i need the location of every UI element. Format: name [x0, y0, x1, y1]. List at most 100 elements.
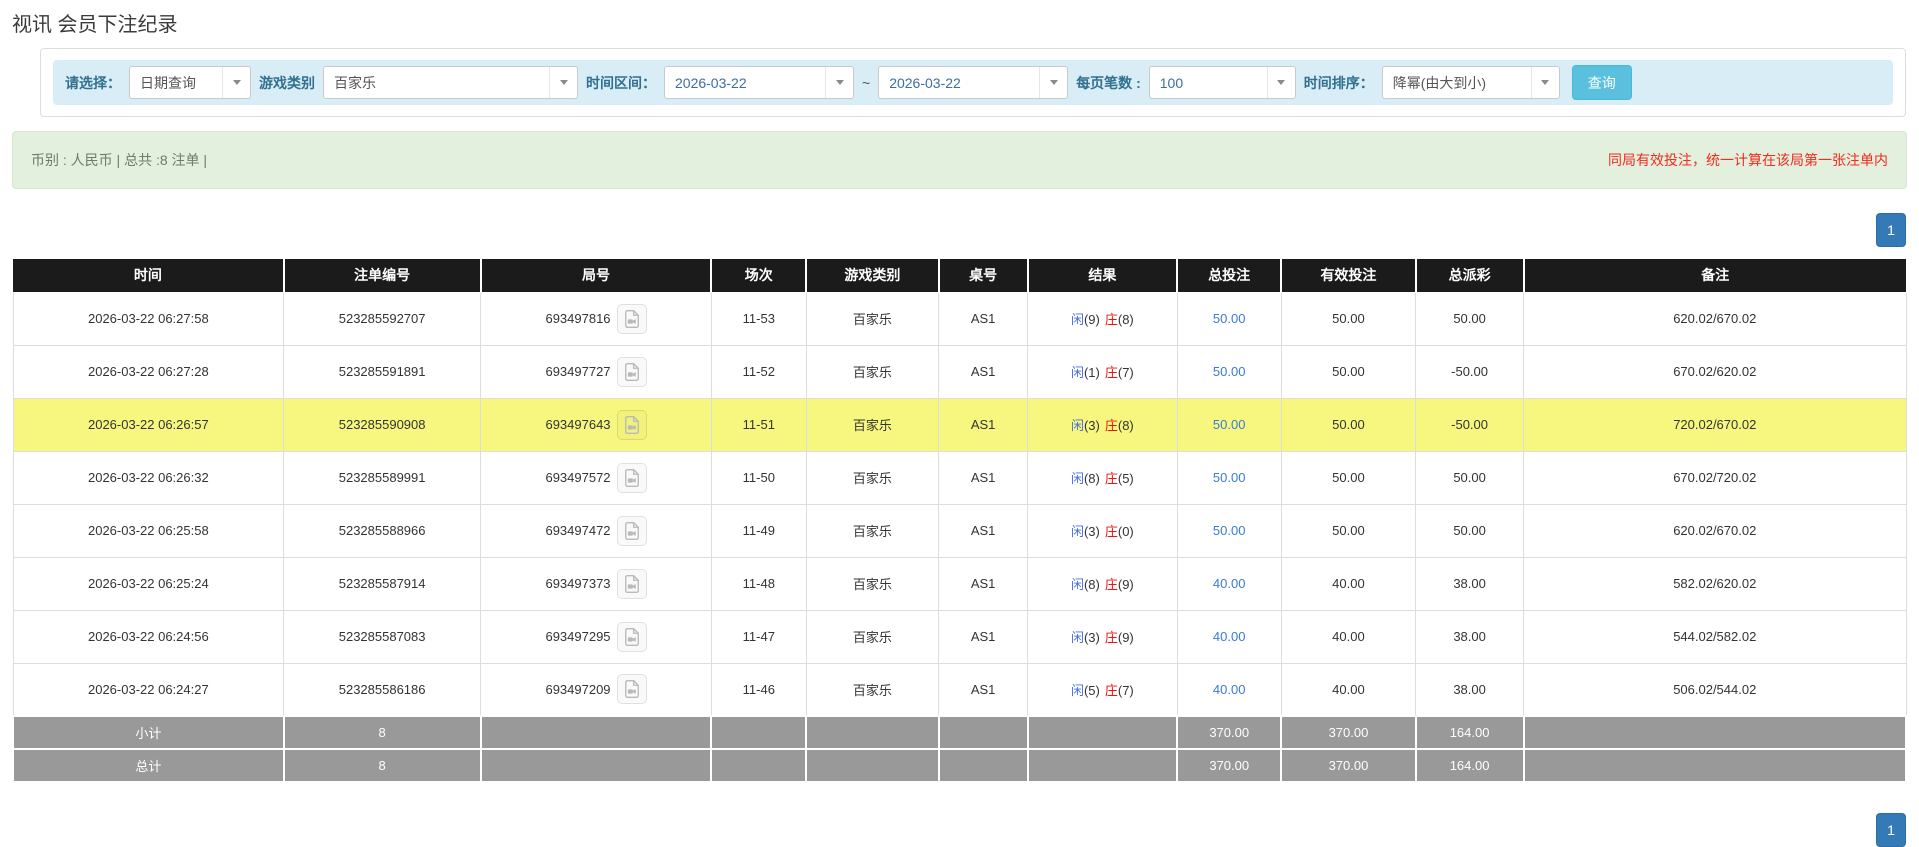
query-mode-select[interactable]: 日期查询 — [129, 66, 251, 99]
cell-round-id: 693497472 — [481, 504, 712, 557]
column-header: 结果 — [1028, 259, 1178, 292]
grand-total-payout: 164.00 — [1416, 749, 1524, 782]
currency-summary-text: 币别 : 人民币 | 总共 :8 注单 | — [31, 150, 207, 170]
subtotal-payout: 164.00 — [1416, 716, 1524, 749]
chevron-down-icon[interactable] — [1039, 67, 1067, 98]
date-to-picker[interactable]: 2026-03-22 — [878, 66, 1068, 99]
cell-remark: 670.02/720.02 — [1524, 451, 1906, 504]
date-from-picker[interactable]: 2026-03-22 — [664, 66, 854, 99]
page-size-select[interactable]: 100 — [1149, 66, 1296, 99]
cell-table-no: AS1 — [939, 557, 1028, 610]
cell-total-bet: 50.00 — [1177, 451, 1281, 504]
cell-game-type: 百家乐 — [806, 504, 939, 557]
result-banker-label: 庄 — [1105, 683, 1118, 698]
result-banker-score: (5) — [1118, 471, 1134, 486]
video-replay-icon[interactable] — [617, 622, 647, 652]
result-player-score: (8) — [1084, 471, 1100, 486]
total-bet-link[interactable]: 40.00 — [1213, 682, 1246, 697]
table-summary: 小计 8 370.00 370.00 164.00 总计 8 370.00 37… — [13, 716, 1906, 782]
result-player-label: 闲 — [1071, 312, 1084, 327]
cell-table-no: AS1 — [939, 398, 1028, 451]
result-player-score: (5) — [1084, 683, 1100, 698]
chevron-down-icon[interactable] — [825, 67, 853, 98]
cell-game-type: 百家乐 — [806, 663, 939, 716]
result-banker-label: 庄 — [1105, 471, 1118, 486]
result-banker-score: (0) — [1118, 524, 1134, 539]
total-bet-link[interactable]: 50.00 — [1213, 417, 1246, 432]
total-bet-link[interactable]: 50.00 — [1213, 311, 1246, 326]
cell-result: 闲(3)庄(8) — [1028, 398, 1178, 451]
cell-time: 2026-03-22 06:26:57 — [13, 398, 284, 451]
cell-result: 闲(8)庄(5) — [1028, 451, 1178, 504]
video-replay-icon[interactable] — [617, 357, 647, 387]
cell-remark: 544.02/582.02 — [1524, 610, 1906, 663]
result-banker-score: (8) — [1118, 312, 1134, 327]
result-banker-label: 庄 — [1105, 577, 1118, 592]
time-range-label: 时间区间： — [586, 73, 656, 93]
round-id-text: 693497295 — [545, 629, 610, 644]
column-header: 桌号 — [939, 259, 1028, 292]
cell-session: 11-50 — [711, 451, 806, 504]
column-header: 总投注 — [1177, 259, 1281, 292]
cell-table-no: AS1 — [939, 504, 1028, 557]
cell-bet-id: 523285587083 — [284, 610, 481, 663]
table-row: 2026-03-22 06:25:58 523285588966 6934974… — [13, 504, 1906, 557]
cell-round-id: 693497816 — [481, 292, 712, 345]
total-bet-link[interactable]: 50.00 — [1213, 523, 1246, 538]
total-bet-link[interactable]: 40.00 — [1213, 576, 1246, 591]
page-1-button[interactable]: 1 — [1876, 813, 1906, 847]
cell-payout: 50.00 — [1416, 292, 1524, 345]
page-1-button[interactable]: 1 — [1876, 213, 1906, 247]
table-header: 时间注单编号局号场次游戏类别桌号结果总投注有效投注总派彩备注 — [13, 259, 1906, 292]
total-bet-link[interactable]: 50.00 — [1213, 364, 1246, 379]
cell-session: 11-46 — [711, 663, 806, 716]
result-player-label: 闲 — [1071, 524, 1084, 539]
video-replay-icon[interactable] — [617, 410, 647, 440]
total-bet-link[interactable]: 50.00 — [1213, 470, 1246, 485]
chevron-down-icon[interactable] — [1267, 67, 1295, 98]
cell-time: 2026-03-22 06:24:27 — [13, 663, 284, 716]
cell-result: 闲(8)庄(9) — [1028, 557, 1178, 610]
result-player-label: 闲 — [1071, 418, 1084, 433]
time-sort-select[interactable]: 降幂(由大到小) — [1382, 66, 1560, 99]
column-header: 注单编号 — [284, 259, 481, 292]
cell-table-no: AS1 — [939, 345, 1028, 398]
round-id-text: 693497472 — [545, 523, 610, 538]
cell-total-bet: 50.00 — [1177, 398, 1281, 451]
date-range-separator: ~ — [862, 75, 870, 91]
chevron-down-icon[interactable] — [222, 67, 250, 98]
cell-time: 2026-03-22 06:27:58 — [13, 292, 284, 345]
video-replay-icon[interactable] — [617, 304, 647, 334]
cell-game-type: 百家乐 — [806, 345, 939, 398]
cell-bet-id: 523285589991 — [284, 451, 481, 504]
video-replay-icon[interactable] — [617, 516, 647, 546]
cell-result: 闲(9)庄(8) — [1028, 292, 1178, 345]
chevron-down-icon[interactable] — [549, 67, 577, 98]
total-bet-link[interactable]: 40.00 — [1213, 629, 1246, 644]
column-header: 备注 — [1524, 259, 1906, 292]
cell-result: 闲(1)庄(7) — [1028, 345, 1178, 398]
chevron-down-icon[interactable] — [1531, 67, 1559, 98]
cell-game-type: 百家乐 — [806, 451, 939, 504]
table-row: 2026-03-22 06:25:24 523285587914 6934973… — [13, 557, 1906, 610]
result-banker-score: (8) — [1118, 418, 1134, 433]
result-banker-label: 庄 — [1105, 418, 1118, 433]
table-row: 2026-03-22 06:26:32 523285589991 6934975… — [13, 451, 1906, 504]
cell-bet-id: 523285592707 — [284, 292, 481, 345]
cell-remark: 670.02/620.02 — [1524, 345, 1906, 398]
table-row: 2026-03-22 06:24:27 523285586186 6934972… — [13, 663, 1906, 716]
result-banker-label: 庄 — [1105, 365, 1118, 380]
cell-valid-bet: 50.00 — [1281, 345, 1415, 398]
page-size-label: 每页笔数 : — [1076, 73, 1141, 93]
round-id-text: 693497816 — [545, 311, 610, 326]
cell-total-bet: 50.00 — [1177, 292, 1281, 345]
cell-valid-bet: 50.00 — [1281, 451, 1415, 504]
video-replay-icon[interactable] — [617, 463, 647, 493]
search-button[interactable]: 查询 — [1572, 65, 1632, 100]
result-banker-label: 庄 — [1105, 312, 1118, 327]
grand-total-total-bet: 370.00 — [1177, 749, 1281, 782]
game-type-select[interactable]: 百家乐 — [323, 66, 578, 99]
video-replay-icon[interactable] — [617, 674, 647, 704]
video-replay-icon[interactable] — [617, 569, 647, 599]
cell-game-type: 百家乐 — [806, 292, 939, 345]
